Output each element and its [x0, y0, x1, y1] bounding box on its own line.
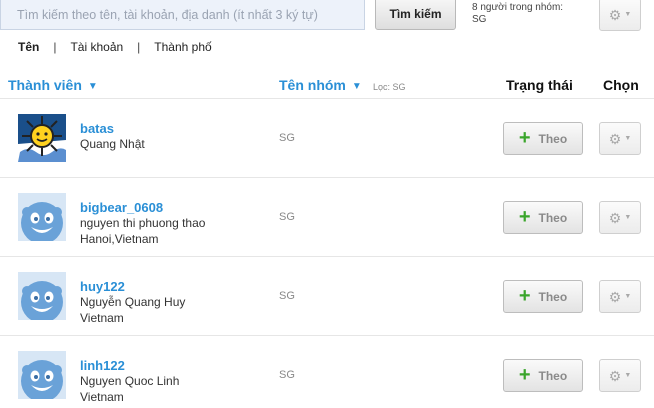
caret-down-icon: ▼	[624, 11, 632, 18]
tab-account[interactable]: Tài khoản	[70, 40, 123, 54]
sort-filter-tabs: Tên | Tài khoản | Thành phố	[18, 40, 212, 54]
member-fullname: nguyen thi phuong thao	[80, 216, 206, 230]
member-username[interactable]: batas	[80, 121, 114, 136]
plus-icon: +	[518, 284, 531, 307]
member-row: linh122 SG + Theo ⚙ ▼ Nguyen Quoc Linh Vi…	[0, 336, 654, 408]
caret-down-icon: ▼	[624, 293, 632, 300]
plus-icon: +	[518, 126, 531, 149]
avatar[interactable]	[18, 351, 66, 402]
default-face-avatar-icon	[18, 193, 66, 244]
member-row: huy122 SG + Theo ⚙ ▼ Nguyễn Quang Huy Vie…	[0, 257, 654, 336]
member-username[interactable]: bigbear_0608	[80, 200, 163, 215]
plus-icon: +	[518, 205, 531, 228]
member-row: bigbear_0608 SG + Theo ⚙ ▼ nguyen thi ph…	[0, 178, 654, 257]
caret-down-icon: ▼	[624, 135, 632, 142]
member-location: Hanoi,Vietnam	[80, 232, 159, 246]
member-row: batas SG + Theo ⚙ ▼ Quang Nhật	[0, 99, 654, 178]
sun-avatar-icon	[18, 114, 66, 162]
member-fullname: Nguyễn Quang Huy	[80, 295, 186, 309]
caret-down-icon: ▼	[624, 372, 632, 379]
search-input[interactable]	[1, 0, 364, 29]
column-header-member-label: Thành viên	[8, 77, 82, 93]
member-group: SG	[279, 290, 295, 302]
tab-separator: |	[137, 40, 141, 54]
column-header-member[interactable]: Thành viên ▼	[8, 77, 98, 93]
member-location: Vietnam	[80, 311, 124, 325]
member-fullname: Quang Nhật	[80, 137, 145, 151]
column-header-select: Chọn	[603, 77, 639, 93]
group-count-group: SG	[472, 14, 487, 25]
bulk-settings-button[interactable]: ⚙ ▼	[599, 0, 641, 31]
group-member-count: 8 người trong nhóm: SG	[472, 2, 592, 26]
search-button[interactable]: Tìm kiếm	[375, 0, 456, 30]
member-settings-button[interactable]: ⚙ ▼	[599, 122, 641, 155]
gear-icon: ⚙	[608, 367, 622, 384]
member-settings-button[interactable]: ⚙ ▼	[599, 359, 641, 392]
default-face-avatar-icon	[18, 272, 66, 323]
sort-arrow-icon: ▼	[87, 81, 98, 92]
follow-button[interactable]: + Theo	[503, 359, 583, 392]
member-settings-button[interactable]: ⚙ ▼	[599, 201, 641, 234]
follow-button[interactable]: + Theo	[503, 280, 583, 313]
avatar[interactable]	[18, 114, 66, 162]
member-settings-button[interactable]: ⚙ ▼	[599, 280, 641, 313]
gear-icon: ⚙	[608, 288, 622, 305]
gear-icon: ⚙	[608, 6, 622, 23]
member-group: SG	[279, 369, 295, 381]
group-count-text: 8 người trong nhóm:	[472, 2, 564, 13]
default-face-avatar-icon	[18, 351, 66, 402]
member-username[interactable]: huy122	[80, 279, 125, 294]
tab-name[interactable]: Tên	[18, 40, 39, 54]
member-group: SG	[279, 132, 295, 144]
sort-arrow-icon: ▼	[351, 81, 362, 92]
plus-icon: +	[518, 363, 531, 386]
member-username[interactable]: linh122	[80, 358, 125, 373]
gear-icon: ⚙	[608, 209, 622, 226]
avatar[interactable]	[18, 272, 66, 323]
follow-button-label: Theo	[538, 368, 568, 383]
avatar[interactable]	[18, 193, 66, 244]
column-header-group-label: Tên nhóm	[279, 77, 346, 93]
column-header-status: Trạng thái	[506, 77, 573, 93]
follow-button-label: Theo	[538, 289, 568, 304]
tab-city[interactable]: Thành phố	[154, 40, 211, 54]
follow-button[interactable]: + Theo	[503, 122, 583, 155]
tab-separator: |	[53, 40, 57, 54]
group-filter-note: Lọc: SG	[373, 82, 406, 92]
column-header-group[interactable]: Tên nhóm ▼	[279, 77, 362, 93]
follow-button-label: Theo	[538, 131, 568, 146]
follow-button[interactable]: + Theo	[503, 201, 583, 234]
caret-down-icon: ▼	[624, 214, 632, 221]
member-location: Vietnam	[80, 390, 124, 404]
member-group: SG	[279, 211, 295, 223]
member-fullname: Nguyen Quoc Linh	[80, 374, 180, 388]
gear-icon: ⚙	[608, 130, 622, 147]
follow-button-label: Theo	[538, 210, 568, 225]
search-field-wrapper	[0, 0, 365, 30]
